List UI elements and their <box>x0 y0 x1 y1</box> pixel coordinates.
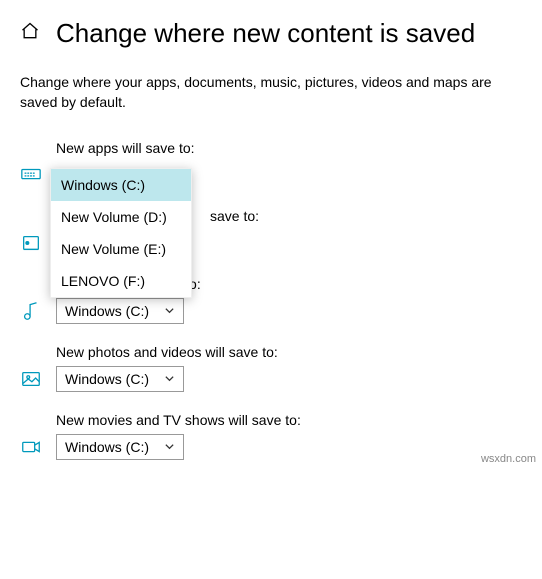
photos-select[interactable]: Windows (C:) <box>56 366 184 392</box>
section-movies: New movies and TV shows will save to: Wi… <box>20 412 522 460</box>
section-apps-label: New apps will save to: <box>20 140 522 156</box>
section-movies-label: New movies and TV shows will save to: <box>20 412 522 428</box>
dropdown-option-d[interactable]: New Volume (D:) <box>51 201 191 233</box>
page-description: Change where your apps, documents, music… <box>0 57 542 120</box>
chevron-down-icon <box>164 371 175 387</box>
section-photos: New photos and videos will save to: Wind… <box>20 344 522 392</box>
header: Change where new content is saved <box>0 0 542 57</box>
music-icon <box>20 300 42 322</box>
chevron-down-icon <box>164 303 175 319</box>
music-select-value: Windows (C:) <box>65 303 149 319</box>
page-title: Change where new content is saved <box>56 18 475 49</box>
music-select[interactable]: Windows (C:) <box>56 298 184 324</box>
photos-icon <box>20 368 42 390</box>
chevron-down-icon <box>164 439 175 455</box>
photos-select-value: Windows (C:) <box>65 371 149 387</box>
documents-icon <box>20 232 42 254</box>
apps-dropdown[interactable]: Windows (C:) New Volume (D:) New Volume … <box>50 168 192 298</box>
movies-select[interactable]: Windows (C:) <box>56 434 184 460</box>
apps-icon <box>20 164 42 186</box>
section-photos-label: New photos and videos will save to: <box>20 344 522 360</box>
dropdown-option-c[interactable]: Windows (C:) <box>51 169 191 201</box>
movies-select-value: Windows (C:) <box>65 439 149 455</box>
dropdown-option-e[interactable]: New Volume (E:) <box>51 233 191 265</box>
home-icon[interactable] <box>20 21 40 46</box>
movies-icon <box>20 436 42 458</box>
dropdown-option-f[interactable]: LENOVO (F:) <box>51 265 191 297</box>
watermark: wsxdn.com <box>481 453 536 465</box>
